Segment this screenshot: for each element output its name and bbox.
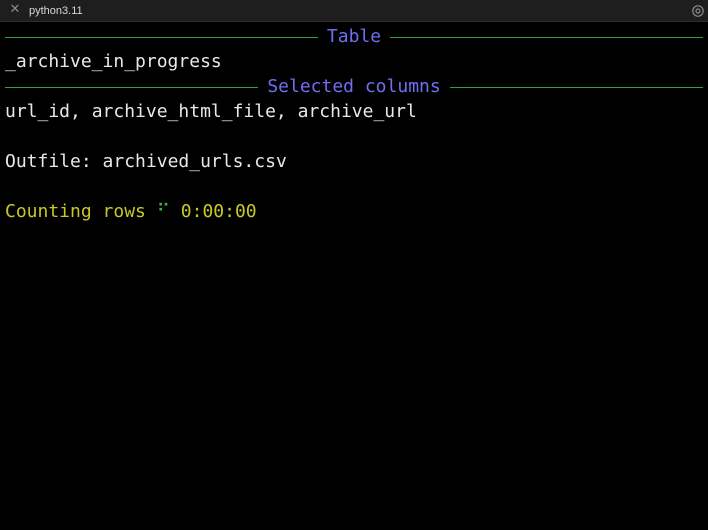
progress-line: Counting rows ⠋ 0:00:00: [5, 199, 703, 224]
tab-title: python3.11: [29, 5, 83, 17]
table-section-rule: Table: [5, 24, 703, 49]
rule-line-left: [5, 86, 259, 88]
tab-bar: ✕ python3.11: [0, 0, 708, 22]
rule-line-left: [5, 36, 318, 38]
columns-section-rule: Selected columns: [5, 74, 704, 99]
spinner-icon: ⠋: [156, 201, 170, 222]
terminal-tab[interactable]: ✕ python3.11: [0, 0, 708, 22]
columns-rule-title: Selected columns: [267, 76, 441, 97]
rule-line-right: [449, 86, 704, 88]
outfile-label: Outfile:: [5, 151, 92, 172]
selected-columns: url_id, archive_html_file, archive_url: [5, 101, 417, 122]
terminal-output[interactable]: Table _archive_in_progress Selected colu…: [5, 24, 704, 224]
outfile-line: Outfile: archived_urls.csv: [5, 149, 703, 174]
elapsed-time: 0:00:00: [180, 201, 257, 222]
outfile-value: archived_urls.csv: [102, 151, 287, 172]
gear-icon[interactable]: [691, 3, 705, 17]
rule-line-right: [390, 36, 703, 38]
table-name: _archive_in_progress: [5, 51, 222, 72]
close-icon[interactable]: ✕: [8, 3, 22, 17]
table-rule-title: Table: [326, 26, 382, 47]
progress-label: Counting rows: [5, 201, 146, 222]
